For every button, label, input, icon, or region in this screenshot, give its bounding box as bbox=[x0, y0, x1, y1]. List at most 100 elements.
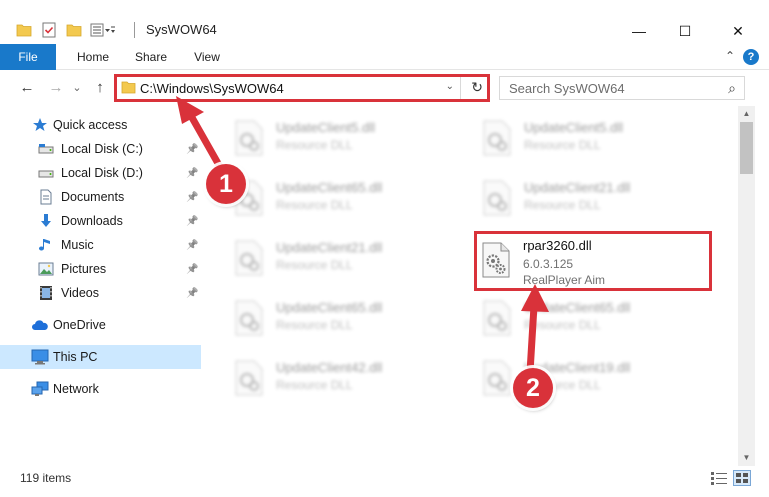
dll-file-icon bbox=[483, 300, 511, 336]
file-item[interactable]: UpdateClient21.dll Resource DLL bbox=[228, 232, 464, 288]
status-bar: 119 items bbox=[0, 466, 769, 497]
quick-access-toolbar bbox=[16, 19, 116, 41]
collapse-ribbon-icon[interactable]: ⌃ bbox=[725, 49, 735, 63]
pin-icon[interactable]: 📌 bbox=[186, 144, 198, 155]
dll-file-icon bbox=[483, 120, 511, 156]
help-icon[interactable]: ? bbox=[743, 49, 759, 65]
file-description: RealPlayer Aim bbox=[523, 273, 606, 287]
file-description: Resource DLL bbox=[276, 138, 353, 152]
item-count: 119 items bbox=[20, 471, 72, 485]
search-input[interactable]: Search SysWOW64 ⌕ bbox=[499, 76, 745, 100]
sidebar-item-pictures[interactable]: Pictures 📌 bbox=[0, 258, 201, 280]
chevron-down-icon[interactable]: ⌄ bbox=[446, 81, 454, 92]
close-button[interactable]: ✕ bbox=[715, 18, 761, 44]
forward-button[interactable]: → bbox=[46, 78, 66, 98]
sidebar-item-music[interactable]: Music 📌 bbox=[0, 234, 201, 256]
sidebar-item-this-pc[interactable]: This PC bbox=[0, 345, 201, 369]
file-name: UpdateClient5.dll bbox=[276, 120, 376, 135]
drive-icon bbox=[37, 141, 55, 157]
sidebar-item-documents[interactable]: Documents 📌 bbox=[0, 186, 201, 208]
title-bar: SysWOW64 — ☐ ✕ bbox=[0, 0, 769, 44]
properties-icon[interactable] bbox=[42, 22, 56, 38]
pin-icon[interactable]: 📌 bbox=[186, 168, 198, 179]
window-title: SysWOW64 bbox=[146, 22, 217, 37]
tab-share[interactable]: Share bbox=[128, 44, 174, 70]
scroll-up-icon[interactable]: ▲ bbox=[738, 106, 755, 122]
file-name: UpdateClient65.dll bbox=[524, 300, 631, 315]
refresh-icon[interactable]: ↻ bbox=[471, 79, 483, 96]
network-icon bbox=[31, 381, 49, 397]
customize-toolbar-icon[interactable] bbox=[90, 23, 116, 37]
folder-icon[interactable] bbox=[16, 23, 32, 37]
file-item[interactable]: UpdateClient65.dll Resource DLL bbox=[476, 292, 712, 348]
details-view-icon[interactable] bbox=[710, 470, 728, 486]
tab-view[interactable]: View bbox=[184, 44, 230, 70]
file-explorer-window: SysWOW64 — ☐ ✕ File Home Share View ⌃ ? … bbox=[0, 0, 769, 497]
new-folder-icon[interactable] bbox=[66, 23, 82, 37]
maximize-button[interactable]: ☐ bbox=[662, 18, 708, 44]
sidebar-item-label: OneDrive bbox=[53, 318, 106, 332]
sidebar-item-network[interactable]: Network bbox=[0, 378, 201, 400]
music-icon bbox=[37, 237, 55, 253]
pin-icon[interactable]: 📌 bbox=[186, 288, 198, 299]
pin-icon[interactable]: 📌 bbox=[186, 240, 198, 251]
address-path: C:\Windows\SysWOW64 bbox=[140, 81, 284, 96]
file-name: rpar3260.dll bbox=[523, 238, 592, 253]
file-version: 6.0.3.125 bbox=[523, 257, 574, 271]
file-name: UpdateClient65.dll bbox=[276, 300, 383, 315]
pin-icon[interactable]: 📌 bbox=[186, 216, 198, 227]
step-2-badge: 2 bbox=[513, 368, 553, 408]
recent-locations-button[interactable]: ⌄ bbox=[67, 78, 87, 98]
sidebar-item-local-disk-c[interactable]: Local Disk (C:) 📌 bbox=[0, 138, 201, 160]
sidebar-item-downloads[interactable]: Downloads 📌 bbox=[0, 210, 201, 232]
file-item[interactable]: UpdateClient65.dll Resource DLL bbox=[228, 292, 464, 348]
file-description: Resource DLL bbox=[524, 318, 601, 332]
scroll-down-icon[interactable]: ▼ bbox=[738, 450, 755, 466]
file-description: Resource DLL bbox=[524, 198, 601, 212]
minimize-button[interactable]: — bbox=[616, 18, 662, 44]
file-item[interactable]: UpdateClient5.dll Resource DLL bbox=[228, 112, 464, 168]
file-item-rpar3260[interactable]: rpar3260.dll 6.0.3.125 RealPlayer Aim bbox=[474, 231, 712, 291]
file-description: Resource DLL bbox=[276, 378, 353, 392]
vertical-scrollbar[interactable]: ▲ ▼ bbox=[738, 106, 755, 466]
file-item[interactable]: UpdateClient5.dll Resource DLL bbox=[476, 112, 712, 168]
file-description: Resource DLL bbox=[276, 318, 353, 332]
tab-file[interactable]: File bbox=[0, 44, 56, 70]
file-name: UpdateClient65.dll bbox=[276, 180, 383, 195]
search-icon[interactable]: ⌕ bbox=[728, 80, 736, 97]
pin-icon[interactable]: 📌 bbox=[186, 192, 198, 203]
sidebar-item-label: Local Disk (C:) bbox=[61, 142, 143, 156]
address-bar[interactable]: C:\Windows\SysWOW64 ⌄ ↻ bbox=[114, 74, 490, 102]
file-item[interactable]: UpdateClient65.dll Resource DLL bbox=[228, 172, 464, 228]
sidebar-item-onedrive[interactable]: OneDrive bbox=[0, 314, 201, 336]
file-name: UpdateClient21.dll bbox=[276, 240, 383, 255]
scrollbar-thumb[interactable] bbox=[740, 122, 753, 174]
downloads-icon bbox=[37, 213, 55, 229]
dll-file-icon bbox=[235, 300, 263, 336]
sidebar-item-local-disk-d[interactable]: Local Disk (D:) 📌 bbox=[0, 162, 201, 184]
pictures-icon bbox=[37, 261, 55, 277]
file-description: Resource DLL bbox=[276, 258, 353, 272]
up-button[interactable]: ↑ bbox=[90, 78, 110, 98]
dll-file-icon bbox=[235, 120, 263, 156]
folder-icon bbox=[121, 81, 136, 94]
star-icon bbox=[31, 117, 49, 133]
dll-file-icon bbox=[483, 360, 511, 396]
file-item[interactable]: UpdateClient19.dll Resource DLL bbox=[476, 352, 712, 408]
tab-home[interactable]: Home bbox=[70, 44, 116, 70]
sidebar-item-videos[interactable]: Videos 📌 bbox=[0, 282, 201, 304]
file-item[interactable]: UpdateClient42.dll Resource DLL bbox=[228, 352, 464, 408]
file-description: Resource DLL bbox=[276, 198, 353, 212]
sidebar-item-label: This PC bbox=[53, 350, 98, 364]
step-1-badge: 1 bbox=[206, 164, 246, 204]
address-field[interactable]: C:\Windows\SysWOW64 ⌄ bbox=[117, 77, 461, 99]
back-button[interactable]: ← bbox=[17, 78, 37, 98]
sidebar-item-quick-access[interactable]: Quick access bbox=[0, 114, 201, 136]
file-item[interactable]: UpdateClient21.dll Resource DLL bbox=[476, 172, 712, 228]
computer-icon bbox=[31, 349, 49, 365]
pin-icon[interactable]: 📌 bbox=[186, 264, 198, 275]
large-icons-view-icon[interactable] bbox=[733, 470, 751, 486]
file-list: UpdateClient5.dll Resource DLL UpdateCli… bbox=[206, 106, 738, 466]
sidebar-item-label: Videos bbox=[61, 286, 99, 300]
documents-icon bbox=[37, 189, 55, 205]
